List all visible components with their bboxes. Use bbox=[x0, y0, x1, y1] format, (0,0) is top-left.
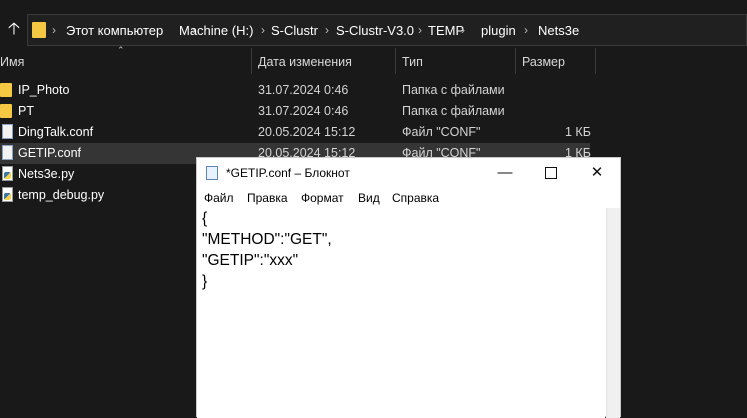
column-header-type[interactable]: Тип bbox=[402, 55, 423, 69]
close-button[interactable]: ✕ bbox=[574, 158, 620, 188]
file-row-dingtalk-conf[interactable]: DingTalk.conf 20.05.2024 15:12 Файл "CON… bbox=[0, 122, 591, 143]
notepad-titlebar[interactable]: *GETIP.conf – Блокнот — ✕ bbox=[197, 158, 620, 188]
sort-up-icon: ⌃ bbox=[117, 45, 125, 55]
file-name: GETIP.conf bbox=[18, 146, 81, 160]
file-name: Nets3e.py bbox=[18, 167, 75, 181]
breadcrumb-plugin[interactable]: plugin bbox=[481, 23, 516, 38]
editor-line: "METHOD":"GET", bbox=[202, 231, 332, 248]
menu-format[interactable]: Формат bbox=[301, 191, 344, 205]
up-arrow-icon[interactable]: 🡡 bbox=[4, 18, 24, 40]
file-name: PT bbox=[18, 104, 34, 118]
text-file-icon bbox=[2, 124, 13, 139]
file-row-ip-photo[interactable]: IP_Photo 31.07.2024 0:46 Папка с файлами bbox=[0, 80, 590, 101]
menu-help[interactable]: Справка bbox=[392, 191, 439, 205]
menu-edit[interactable]: Правка bbox=[247, 191, 288, 205]
file-name: DingTalk.conf bbox=[18, 125, 94, 139]
file-name: IP_Photo bbox=[18, 83, 70, 97]
vertical-scrollbar[interactable] bbox=[606, 208, 620, 418]
address-bar-row: 🡡 › Этот компьютер › Machine (H:) › S-Cl… bbox=[0, 14, 747, 46]
file-type: Папка с файлами bbox=[402, 104, 505, 118]
python-file-icon bbox=[2, 166, 13, 181]
notepad-window[interactable]: *GETIP.conf – Блокнот — ✕ Файл Правка Фо… bbox=[196, 157, 621, 418]
column-header-size[interactable]: Размер bbox=[522, 55, 565, 69]
menu-bar: Файл Правка Формат Вид Справка bbox=[197, 188, 620, 208]
menu-view[interactable]: Вид bbox=[358, 191, 380, 205]
window-title: *GETIP.conf – Блокнот bbox=[226, 166, 350, 180]
column-divider[interactable] bbox=[251, 48, 252, 74]
breadcrumb-this-pc[interactable]: Этот компьютер bbox=[66, 23, 163, 38]
text-editor[interactable]: { "METHOD":"GET", "GETIP":"xxx" } bbox=[197, 208, 605, 418]
file-size: 1 КБ bbox=[565, 125, 591, 139]
column-divider[interactable] bbox=[595, 48, 596, 74]
chevron-right-icon[interactable]: › bbox=[52, 23, 56, 37]
column-header-name[interactable]: Имя bbox=[0, 55, 24, 69]
file-name: temp_debug.py bbox=[18, 188, 105, 202]
address-bar[interactable]: › Этот компьютер › Machine (H:) › S-Clus… bbox=[27, 14, 747, 46]
file-date: 31.07.2024 0:46 bbox=[258, 104, 349, 118]
chevron-right-icon[interactable]: › bbox=[524, 23, 528, 37]
breadcrumb-s-clustr-v3[interactable]: S-Clustr-V3.0 bbox=[336, 23, 414, 38]
editor-line: } bbox=[202, 273, 208, 290]
file-type: Папка с файлами bbox=[402, 83, 505, 97]
breadcrumb-machine[interactable]: Machine (H:) bbox=[179, 23, 253, 38]
maximize-button[interactable] bbox=[528, 158, 574, 188]
breadcrumb-temp[interactable]: TEMP bbox=[428, 23, 464, 38]
folder-icon bbox=[0, 104, 12, 118]
minimize-button[interactable]: — bbox=[482, 158, 528, 188]
file-date: 31.07.2024 0:46 bbox=[258, 83, 349, 97]
chevron-right-icon[interactable]: › bbox=[261, 23, 265, 37]
notepad-icon bbox=[206, 166, 218, 180]
breadcrumb-s-clustr[interactable]: S-Clustr bbox=[271, 23, 318, 38]
file-row-pt[interactable]: PT 31.07.2024 0:46 Папка с файлами bbox=[0, 101, 590, 122]
column-header-date[interactable]: Дата изменения bbox=[258, 55, 352, 69]
file-date: 20.05.2024 15:12 bbox=[258, 125, 356, 139]
chevron-right-icon[interactable]: › bbox=[325, 23, 329, 37]
folder-icon bbox=[32, 22, 46, 38]
chevron-right-icon[interactable]: › bbox=[461, 23, 465, 37]
breadcrumb-nets3e[interactable]: Nets3e bbox=[538, 23, 579, 38]
column-header-row: ⌃ Имя Дата изменения Тип Размер bbox=[0, 45, 747, 76]
python-file-icon bbox=[2, 187, 13, 202]
folder-icon bbox=[0, 83, 12, 97]
text-file-icon bbox=[2, 145, 13, 160]
column-divider[interactable] bbox=[395, 48, 396, 74]
column-divider[interactable] bbox=[515, 48, 516, 74]
file-type: Файл "CONF" bbox=[402, 125, 481, 139]
editor-line: { bbox=[202, 210, 208, 227]
menu-file[interactable]: Файл bbox=[204, 191, 234, 205]
maximize-icon bbox=[545, 167, 557, 180]
editor-line: "GETIP":"xxx" bbox=[202, 252, 299, 269]
chevron-right-icon[interactable]: › bbox=[418, 23, 422, 37]
